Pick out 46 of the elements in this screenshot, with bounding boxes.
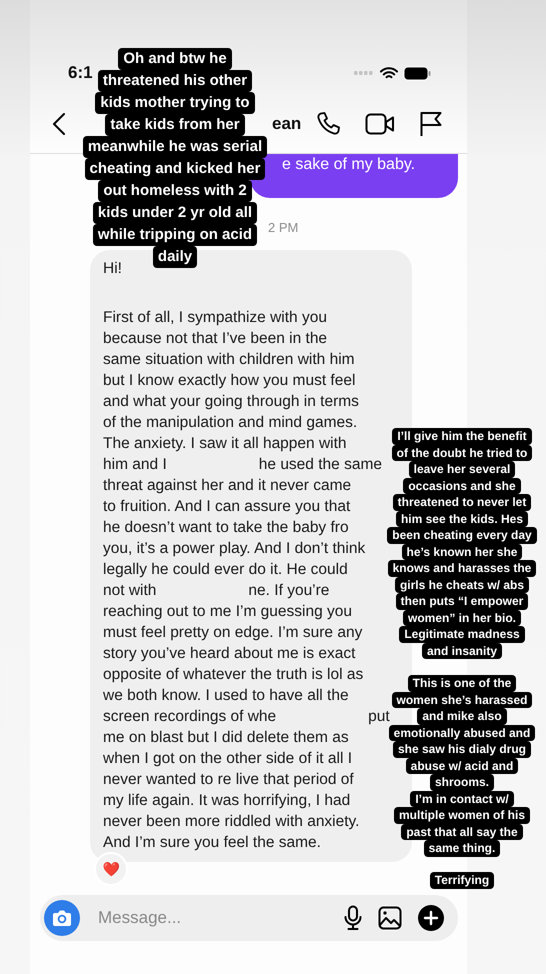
message-line: must feel pretty on edge. I’m sure any	[103, 623, 362, 643]
message-line: of the manipulation and mind games.	[103, 413, 358, 433]
message-line: And I’m sure you feel the same.	[103, 833, 321, 853]
message-line: First of all, I sympathize with you	[103, 308, 327, 328]
message-line: threat against her and it never came	[103, 476, 352, 496]
message-line: never been more riddled with anxiety.	[103, 812, 360, 832]
wifi-icon	[380, 66, 398, 80]
message-line: Hi!	[103, 259, 122, 279]
back-icon[interactable]	[52, 112, 66, 136]
message-line: screen recordings of whe put	[103, 707, 390, 727]
message-line: when I got on the other side of it all I	[103, 749, 352, 769]
image-icon[interactable]	[378, 906, 402, 930]
message-line: me on blast but I did delete them as	[103, 728, 349, 748]
camera-button[interactable]	[44, 900, 80, 936]
message-line: because not that I’ve been in the	[103, 329, 328, 349]
signal-icon	[354, 70, 374, 76]
message-line: him and I he used the same	[103, 455, 382, 475]
status-time: 6:1	[68, 63, 93, 83]
message-line: we both know. I used to have all the	[103, 686, 349, 706]
message-line: and what your going through in terms	[103, 392, 359, 412]
phone-icon[interactable]	[315, 110, 341, 136]
message-line: reaching out to me I’m guessing you	[103, 602, 352, 622]
message-timestamp: 2 PM	[268, 220, 298, 235]
flag-icon[interactable]	[419, 110, 443, 136]
message-line: he doesn’t want to take the baby fro	[103, 518, 349, 538]
message-field[interactable]: Message...	[40, 895, 458, 941]
message-line: not with ne. If you’re	[103, 581, 330, 601]
contact-name[interactable]: ean	[272, 114, 302, 134]
message-line: story you’ve heard about me is exact	[103, 644, 356, 664]
add-icon[interactable]	[418, 905, 444, 931]
message-line: opposite of whatever the truth is lol as	[103, 665, 364, 685]
message-line: same situation with children with him	[103, 350, 355, 370]
camera-icon	[52, 909, 72, 927]
message-line: you, it’s a power play. And I don’t think	[103, 539, 366, 559]
message-line: The anxiety. I saw it all happen with	[103, 434, 347, 454]
microphone-icon[interactable]	[344, 905, 362, 931]
video-call-icon[interactable]	[365, 112, 395, 136]
battery-icon	[404, 66, 431, 80]
message-line: legally he could ever do it. He could	[103, 560, 348, 580]
message-input[interactable]: Message...	[96, 907, 328, 929]
sent-message-text: e sake of my baby.	[282, 156, 416, 173]
message-line: but I know exactly how you must feel	[103, 371, 356, 391]
message-line: to fruition. And I can assure you that	[103, 497, 350, 517]
heart-reaction: ❤	[94, 852, 128, 886]
message-line: my life again. It was horrifying, I had	[103, 791, 350, 811]
message-line: never wanted to re live that period of	[103, 770, 354, 790]
